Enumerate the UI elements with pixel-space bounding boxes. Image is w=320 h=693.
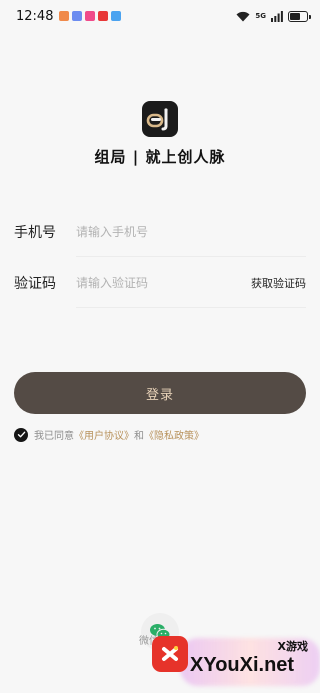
agreement-prefix: 我已同意 xyxy=(34,431,74,442)
network-type-label: 5G xyxy=(255,12,266,20)
signal-icon xyxy=(271,10,283,22)
agreement-and: 和 xyxy=(134,431,144,442)
phone-row: 手机号 请输入手机号 xyxy=(14,207,306,257)
phone-label: 手机号 xyxy=(14,225,56,241)
status-time: 12:48 xyxy=(16,8,54,24)
agreement-checkbox[interactable] xyxy=(14,427,28,442)
notification-app-icon xyxy=(85,11,96,21)
watermark-small-text: X游戏 xyxy=(277,640,308,653)
code-label: 验证码 xyxy=(14,276,56,292)
watermark-site-text: XYouXi.net xyxy=(190,654,295,676)
app-logo xyxy=(142,101,178,137)
phone-placeholder: 请输入手机号 xyxy=(76,225,149,239)
notification-app-icon xyxy=(59,11,70,21)
status-indicators: 5G xyxy=(236,10,311,22)
phone-input[interactable]: 请输入手机号 xyxy=(76,207,306,257)
code-placeholder: 请输入验证码 xyxy=(76,276,149,290)
wifi-icon xyxy=(236,11,250,21)
notification-app-icon xyxy=(98,11,109,21)
login-button[interactable]: 登录 xyxy=(14,372,306,414)
check-icon xyxy=(17,431,25,438)
status-bar: 12:48 5G xyxy=(0,0,320,32)
user-agreement-link[interactable]: 《用户协议》 xyxy=(74,427,134,442)
app-slogan: 组局 | 就上创人脉 xyxy=(94,148,226,166)
notification-app-icon xyxy=(111,11,122,21)
get-code-button[interactable]: 获取验证码 xyxy=(251,275,306,291)
privacy-policy-link[interactable]: 《隐私政策》 xyxy=(144,427,204,442)
battery-icon xyxy=(288,10,311,22)
code-row: 验证码 请输入验证码 获取验证码 xyxy=(14,258,306,308)
agreement-row: 我已同意 《用户协议》 和 《隐私政策》 xyxy=(14,427,204,442)
status-app-icons xyxy=(59,11,122,21)
site-watermark: X游戏 XYouXi.net xyxy=(140,630,320,693)
code-input[interactable]: 请输入验证码 获取验证码 xyxy=(76,258,306,308)
gamepad-icon xyxy=(152,636,188,672)
notification-app-icon xyxy=(72,11,83,21)
